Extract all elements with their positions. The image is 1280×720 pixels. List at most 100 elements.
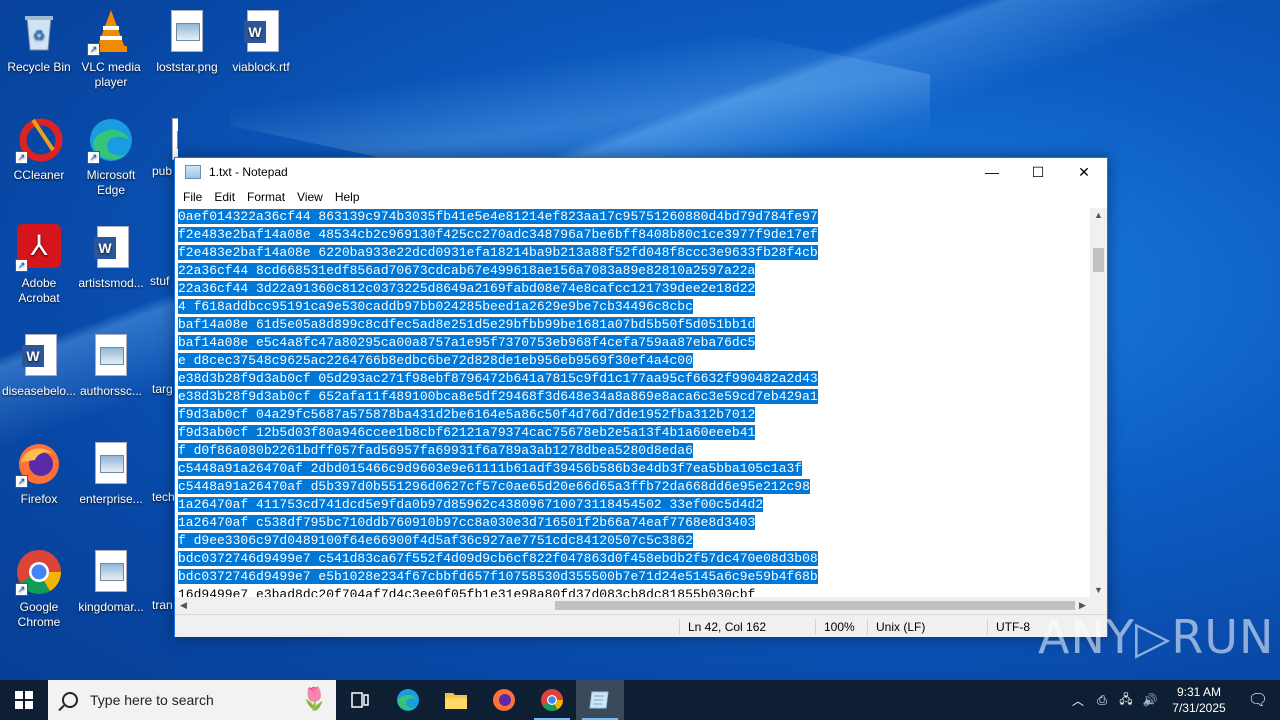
- desktop-icon-label: Recycle Bin: [7, 60, 71, 74]
- system-tray: ︿ ⎙ 🖧 🔊 9:31 AM 7/31/2025 🗨: [1066, 680, 1280, 720]
- svg-text:♻: ♻: [33, 27, 46, 43]
- selected-text: 1a26470af 411753cd741dcd5e9fda0b97d85962…: [178, 497, 764, 512]
- status-zoom: 100%: [815, 619, 867, 635]
- horizontal-scroll-thumb[interactable]: [555, 601, 1075, 610]
- desktop-icon-label: loststar.png: [156, 60, 218, 74]
- text-line: 1a26470af 411753cd741dcd5e9fda0b97d85962…: [175, 496, 1091, 514]
- selected-text: f2e483e2baf14a08e 6220ba933e22dcd0931efa…: [178, 245, 818, 260]
- status-line-endings: Unix (LF): [867, 619, 987, 635]
- desktop-icon-label: enterprise...: [79, 492, 143, 506]
- desktop-icon-label: tech: [152, 490, 175, 504]
- taskbar-file-explorer[interactable]: [432, 680, 480, 720]
- scroll-down-arrow-icon[interactable]: ▼: [1090, 585, 1107, 595]
- selected-text: c5448a91a26470af d5b397d0b551296d0627cf5…: [178, 479, 810, 494]
- maximize-button[interactable]: ☐: [1015, 158, 1061, 186]
- desktop-icon-viablock[interactable]: W viablock.rtf: [222, 8, 300, 75]
- desktop-icon-vlc[interactable]: ↗ VLC media player: [72, 8, 150, 90]
- selected-text: 1a26470af c538df795bc710ddb760910b97cc8a…: [178, 515, 756, 530]
- desktop-icon-artistsmod[interactable]: W artistsmod...: [72, 224, 150, 291]
- selected-text: 22a36cf44 3d22a91360c812c0373225d8649a21…: [178, 281, 756, 296]
- clock[interactable]: 9:31 AM 7/31/2025: [1162, 684, 1236, 716]
- edge-icon: ↗: [87, 116, 135, 164]
- selected-text: baf14a08e 61d5e05a8d899c8cdfec5ad8e251d5…: [178, 317, 756, 332]
- volume-icon[interactable]: 🔊: [1138, 693, 1162, 707]
- status-bar: Ln 42, Col 162 100% Unix (LF) UTF-8: [175, 614, 1107, 637]
- word-document-icon: W: [15, 332, 63, 380]
- menu-edit[interactable]: Edit: [208, 190, 241, 204]
- chrome-icon: ↗: [15, 548, 63, 596]
- text-editor-area[interactable]: 0aef014322a36cf44 863139c974b3035fb41e5e…: [175, 208, 1091, 597]
- menu-format[interactable]: Format: [241, 190, 291, 204]
- task-view-button[interactable]: [336, 680, 384, 720]
- menu-help[interactable]: Help: [329, 190, 366, 204]
- selected-text: f9d3ab0cf 12b5d03f80a946ccee1b8cbf62121a…: [178, 425, 756, 440]
- word-document-icon: W: [87, 224, 135, 272]
- desktop-icon-enterprise[interactable]: enterprise...: [72, 440, 150, 507]
- menu-view[interactable]: View: [291, 190, 329, 204]
- text-line: f2e483e2baf14a08e 6220ba933e22dcd0931efa…: [175, 244, 1091, 262]
- text-line: f2e483e2baf14a08e 48534cb2c969130f425cc2…: [175, 226, 1091, 244]
- desktop-icon-label: viablock.rtf: [232, 60, 290, 74]
- text-line: bdc0372746d9499e7 e5b1028e234f67cbbfd657…: [175, 568, 1091, 586]
- search-placeholder: Type here to search: [90, 692, 214, 708]
- text-line: c5448a91a26470af 2dbd015466c9d9603e9e611…: [175, 460, 1091, 478]
- desktop-icon-stuf[interactable]: stuf: [150, 274, 176, 289]
- selected-text: bdc0372746d9499e7 e5b1028e234f67cbbfd657…: [178, 569, 818, 584]
- firefox-icon: [493, 689, 515, 711]
- desktop-icon-tech[interactable]: tech: [152, 490, 176, 505]
- selected-text: f d0f86a080b2261bdff057fad56957fa69931f6…: [178, 443, 693, 458]
- text-line: e d8cec37548c9625ac2264766b8edbc6be72d82…: [175, 352, 1091, 370]
- acrobat-icon: ⅄ ↗: [15, 224, 63, 272]
- desktop-icon-label: artistsmod...: [78, 276, 144, 290]
- desktop-icon-recycle-bin[interactable]: ♻ Recycle Bin: [0, 8, 78, 75]
- taskbar-notepad[interactable]: [576, 680, 624, 720]
- minimize-button[interactable]: —: [969, 158, 1015, 186]
- desktop-icon-kingdomar[interactable]: kingdomar...: [72, 548, 150, 615]
- desktop-icon-firefox[interactable]: ↗ Firefox: [0, 440, 78, 507]
- vlc-icon: ↗: [87, 8, 135, 56]
- vertical-scrollbar[interactable]: ▲ ▼: [1090, 208, 1107, 597]
- desktop-icon-targ[interactable]: targ: [152, 382, 176, 397]
- close-button[interactable]: ✕: [1061, 158, 1107, 186]
- desktop-icon-diseasebelo[interactable]: W diseasebelo...: [0, 332, 78, 399]
- text-line: baf14a08e e5c4a8fc47a80295ca00a8757a1e95…: [175, 334, 1091, 352]
- notepad-window[interactable]: 1.txt - Notepad — ☐ ✕ File Edit Format V…: [174, 157, 1108, 637]
- windows-logo-icon: [15, 691, 33, 709]
- selected-text: 22a36cf44 8cd668531edf856ad70673cdcab67e…: [178, 263, 756, 278]
- desktop-icon-google-chrome[interactable]: ↗ Google Chrome: [0, 548, 78, 630]
- text-line: e38d3b28f9d3ab0cf 05d293ac271f98ebf87964…: [175, 370, 1091, 388]
- scroll-left-arrow-icon[interactable]: ◀: [175, 600, 192, 611]
- desktop-icon-tran[interactable]: tran: [152, 598, 176, 613]
- text-line: 1a26470af c538df795bc710ddb760910b97cc8a…: [175, 514, 1091, 532]
- desktop-icon-adobe-acrobat[interactable]: ⅄ ↗ Adobe Acrobat: [0, 224, 78, 306]
- desktop-icon-ccleaner[interactable]: ↗ CCleaner: [0, 116, 78, 183]
- text-line: 22a36cf44 3d22a91360c812c0373225d8649a21…: [175, 280, 1091, 298]
- desktop-icon-microsoft-edge[interactable]: ↗ Microsoft Edge: [72, 116, 150, 198]
- desktop-icon-label: tran: [152, 598, 173, 612]
- horizontal-scrollbar[interactable]: ◀ ▶: [175, 597, 1091, 614]
- taskbar-chrome[interactable]: [528, 680, 576, 720]
- text-line: baf14a08e 61d5e05a8d899c8cdfec5ad8e251d5…: [175, 316, 1091, 334]
- network-icon[interactable]: 🖧: [1114, 690, 1138, 711]
- devices-icon[interactable]: ⎙: [1090, 693, 1114, 708]
- vertical-scroll-thumb[interactable]: [1093, 248, 1104, 272]
- desktop-icon-loststar[interactable]: loststar.png: [148, 8, 226, 75]
- selected-text: 4 f618addbcc95191ca9e530caddb97bb024285b…: [178, 299, 693, 314]
- menu-file[interactable]: File: [177, 190, 208, 204]
- text-line: c5448a91a26470af d5b397d0b551296d0627cf5…: [175, 478, 1091, 496]
- chevron-up-icon[interactable]: ︿: [1066, 692, 1090, 709]
- taskbar-edge[interactable]: [384, 680, 432, 720]
- selected-text: f d9ee3306c97d0489100f64e66900f4d5af36c9…: [178, 533, 693, 548]
- notification-icon[interactable]: 🗨: [1236, 690, 1280, 710]
- desktop-icon-label: Firefox: [20, 492, 58, 506]
- desktop-icon-authorssc[interactable]: authorssc...: [72, 332, 150, 399]
- selected-text: f2e483e2baf14a08e 48534cb2c969130f425cc2…: [178, 227, 818, 242]
- selected-text: e d8cec37548c9625ac2264766b8edbc6be72d82…: [178, 353, 693, 368]
- title-bar[interactable]: 1.txt - Notepad — ☐ ✕: [175, 158, 1107, 186]
- scroll-up-arrow-icon[interactable]: ▲: [1090, 210, 1107, 220]
- status-position: Ln 42, Col 162: [679, 619, 815, 635]
- firefox-icon: ↗: [15, 440, 63, 488]
- start-button[interactable]: [0, 680, 48, 720]
- taskbar-firefox[interactable]: [480, 680, 528, 720]
- taskbar-search-box[interactable]: Type here to search 🌷: [48, 680, 336, 720]
